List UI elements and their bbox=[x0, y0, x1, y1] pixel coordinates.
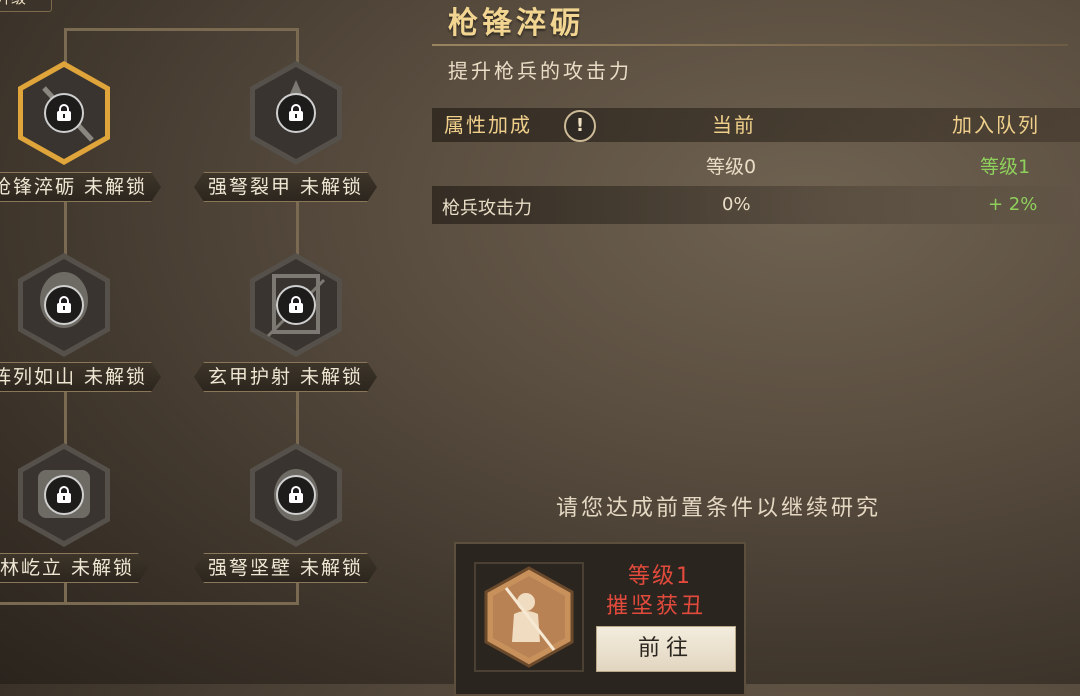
attribute-next-value: + 2% bbox=[988, 194, 1038, 215]
lock-icon bbox=[44, 93, 84, 133]
requirement-skill-icon[interactable] bbox=[474, 562, 584, 672]
level-next: 等级1 bbox=[980, 156, 1031, 178]
col-next-header: 加入队列 bbox=[952, 113, 1040, 137]
attribute-name: 枪兵攻击力 bbox=[442, 198, 532, 219]
skill-node-archer[interactable] bbox=[246, 440, 346, 550]
tree-connector bbox=[64, 196, 67, 256]
level-current: 等级0 bbox=[706, 156, 757, 178]
lock-icon bbox=[44, 475, 84, 515]
top-tab-label: 升级 bbox=[0, 0, 26, 7]
requirement-name: 摧坚获丑 bbox=[606, 594, 707, 619]
lock-icon bbox=[44, 285, 84, 325]
tree-connector bbox=[0, 602, 299, 605]
col-attr-header: 属性加成 bbox=[444, 113, 532, 137]
skill-node-label: 林屹立 未解锁 bbox=[0, 553, 148, 583]
lock-icon bbox=[276, 285, 316, 325]
skill-node-label: 枪锋淬砺 未解锁 bbox=[0, 172, 161, 202]
tree-connector bbox=[64, 580, 67, 604]
skill-node-armor[interactable] bbox=[14, 440, 114, 550]
skill-node-label: 阵列如山 未解锁 bbox=[0, 362, 161, 392]
skill-node-label: 玄甲护射 未解锁 bbox=[194, 362, 377, 392]
requirement-level: 等级1 bbox=[628, 564, 692, 589]
tree-connector bbox=[296, 580, 299, 604]
col-current-header: 当前 bbox=[712, 113, 756, 137]
skill-node-arrow[interactable] bbox=[246, 58, 346, 168]
attribute-table-header: 属性加成 ! 当前 加入队列 bbox=[432, 108, 1080, 142]
skill-node-helmet[interactable] bbox=[14, 250, 114, 360]
skill-node-label: 强弩坚壁 未解锁 bbox=[194, 553, 377, 583]
skill-node-label: 强弩裂甲 未解锁 bbox=[194, 172, 377, 202]
lock-icon bbox=[276, 475, 316, 515]
tree-connector bbox=[64, 388, 67, 448]
tree-connector bbox=[296, 388, 299, 448]
tree-connector bbox=[64, 28, 298, 31]
tree-connector bbox=[296, 196, 299, 256]
go-button[interactable]: 前往 bbox=[596, 626, 736, 672]
info-icon[interactable]: ! bbox=[564, 110, 596, 142]
attribute-current-value: 0% bbox=[722, 194, 751, 215]
requirement-card: 等级1 摧坚获丑 前往 bbox=[454, 542, 746, 696]
title-divider bbox=[432, 44, 1068, 46]
top-tab[interactable]: 升级 bbox=[0, 0, 52, 12]
prerequisite-hint: 请您达成前置条件以继续研究 bbox=[556, 496, 882, 521]
lock-icon bbox=[276, 93, 316, 133]
skill-title: 枪锋淬砺 bbox=[448, 6, 584, 41]
skill-description: 提升枪兵的攻击力 bbox=[448, 59, 632, 83]
skill-node-shield[interactable] bbox=[246, 250, 346, 360]
skill-node-spear[interactable] bbox=[14, 58, 114, 168]
